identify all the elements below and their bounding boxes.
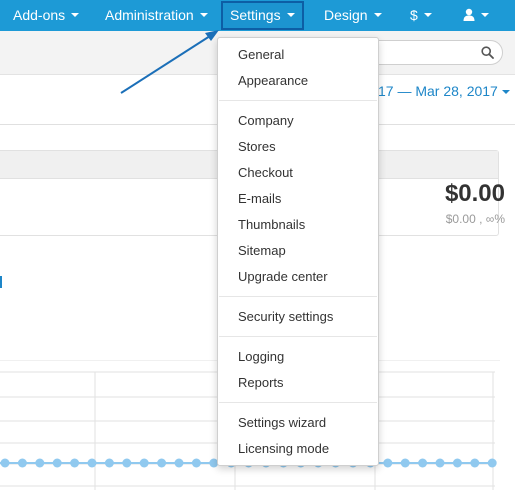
summary-amount: $0.00 bbox=[444, 180, 505, 207]
menu-item-emails[interactable]: E-mails bbox=[238, 191, 281, 206]
nav-currency[interactable]: $ bbox=[410, 0, 432, 31]
nav-user[interactable] bbox=[463, 0, 489, 31]
chevron-down-icon bbox=[71, 13, 80, 18]
menu-item-licensing-mode[interactable]: Licensing mode bbox=[238, 441, 329, 456]
nav-design-label: Design bbox=[324, 7, 368, 23]
menu-item-company[interactable]: Company bbox=[238, 113, 294, 128]
menu-divider bbox=[219, 100, 377, 101]
chart-point bbox=[418, 458, 428, 468]
chart-point bbox=[52, 458, 62, 468]
menu-divider bbox=[219, 336, 377, 337]
menu-item-thumbnails[interactable]: Thumbnails bbox=[238, 217, 305, 232]
chart-point bbox=[139, 458, 149, 468]
nav-administration-label: Administration bbox=[105, 7, 194, 23]
menu-item-security-settings[interactable]: Security settings bbox=[238, 309, 333, 324]
search-input[interactable] bbox=[360, 40, 503, 65]
chart-point bbox=[35, 458, 45, 468]
chevron-down-icon bbox=[481, 13, 489, 18]
chevron-down-icon bbox=[199, 13, 208, 18]
chart-point bbox=[0, 458, 10, 468]
chart-point bbox=[70, 458, 80, 468]
nav-design[interactable]: Design bbox=[324, 0, 382, 31]
menu-item-settings-wizard[interactable]: Settings wizard bbox=[238, 415, 326, 430]
date-range-picker[interactable]: 17 — Mar 28, 2017 bbox=[378, 83, 510, 99]
chart-point bbox=[191, 458, 201, 468]
nav-settings-label: Settings bbox=[230, 7, 281, 23]
user-icon bbox=[463, 9, 475, 22]
menu-divider bbox=[219, 296, 377, 297]
menu-item-stores[interactable]: Stores bbox=[238, 139, 276, 154]
nav-administration[interactable]: Administration bbox=[105, 0, 208, 31]
menu-item-reports[interactable]: Reports bbox=[238, 375, 284, 390]
chevron-down-icon bbox=[286, 13, 295, 18]
nav-addons-label: Add-ons bbox=[13, 7, 66, 23]
chart-point bbox=[400, 458, 410, 468]
chart-point bbox=[452, 458, 462, 468]
nav-currency-label: $ bbox=[410, 7, 418, 23]
menu-item-checkout[interactable]: Checkout bbox=[238, 165, 293, 180]
date-range-label: 17 — Mar 28, 2017 bbox=[378, 83, 498, 99]
link-fragment[interactable] bbox=[0, 276, 3, 288]
menu-divider bbox=[219, 402, 377, 403]
chart-point bbox=[122, 458, 132, 468]
chevron-down-icon bbox=[373, 13, 382, 18]
settings-dropdown-menu: General Appearance Company Stores Checko… bbox=[217, 37, 379, 466]
chart-point bbox=[435, 458, 445, 468]
chevron-down-icon bbox=[501, 90, 510, 95]
menu-item-appearance[interactable]: Appearance bbox=[238, 73, 308, 88]
menu-item-general[interactable]: General bbox=[238, 47, 284, 62]
search-icon[interactable] bbox=[481, 46, 494, 59]
chart-point bbox=[87, 458, 97, 468]
menu-item-upgrade-center[interactable]: Upgrade center bbox=[238, 269, 328, 284]
chart-point bbox=[157, 458, 167, 468]
chevron-down-icon bbox=[423, 13, 432, 18]
chart-point bbox=[383, 458, 393, 468]
menu-item-sitemap[interactable]: Sitemap bbox=[238, 243, 286, 258]
nav-settings[interactable]: Settings bbox=[221, 1, 304, 30]
chart-point bbox=[470, 458, 480, 468]
chart-point bbox=[17, 458, 27, 468]
nav-addons[interactable]: Add-ons bbox=[13, 0, 80, 31]
chart-point bbox=[174, 458, 184, 468]
summary-amount-sub: $0.00 , ∞% bbox=[445, 212, 505, 226]
chart-point bbox=[104, 458, 114, 468]
chart-point bbox=[487, 458, 497, 468]
menu-item-logging[interactable]: Logging bbox=[238, 349, 284, 364]
top-navbar: Add-ons Administration Settings Design $ bbox=[0, 0, 515, 31]
